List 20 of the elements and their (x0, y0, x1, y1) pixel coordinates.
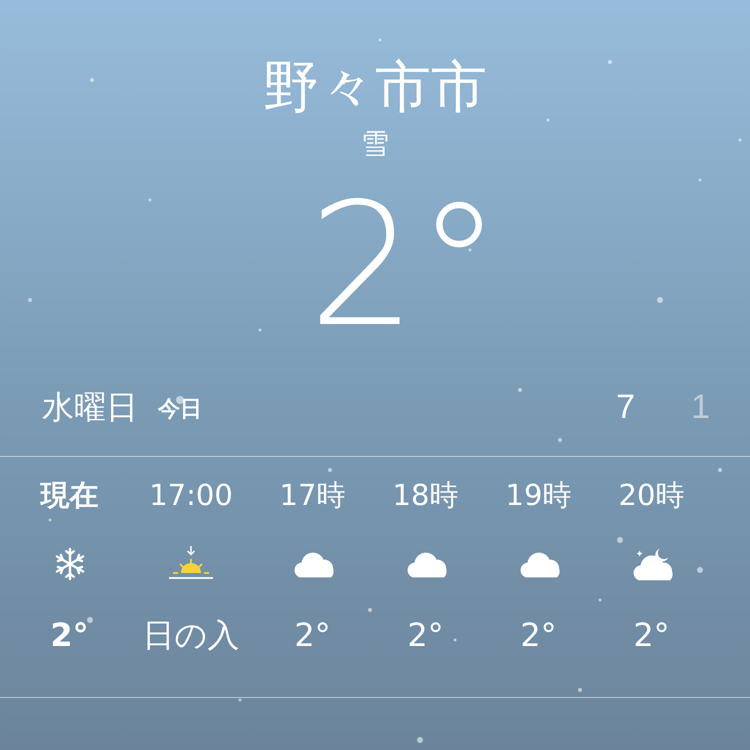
hour-label: 18時 (392, 477, 458, 514)
hour-temperature: 2° (294, 615, 331, 655)
hour-temperature: 日の入 (142, 615, 240, 655)
hour-label: 17:00 (149, 477, 233, 514)
hour-temperature: 2° (407, 615, 444, 655)
hour-temperature: 2° (50, 615, 89, 655)
today-label: 今日 (158, 396, 202, 424)
current-temperature: 2° (308, 176, 502, 356)
city-name: 野々市市 (263, 54, 487, 122)
weather-condition: 雪 (361, 126, 389, 162)
weekday-label: 水曜日 (42, 387, 138, 428)
hour-label: 19時 (506, 477, 572, 514)
hour-temperature: 2° (520, 615, 557, 655)
high-temperature: 7 (616, 386, 636, 428)
hour-label: 17時 (280, 477, 346, 514)
cloud-moon-icon (630, 546, 672, 582)
hour-label: 20時 (618, 477, 684, 514)
hour-label: 現在 (40, 477, 98, 514)
hour-temperature: 2° (633, 615, 670, 655)
low-temperature: 1 (691, 386, 710, 428)
